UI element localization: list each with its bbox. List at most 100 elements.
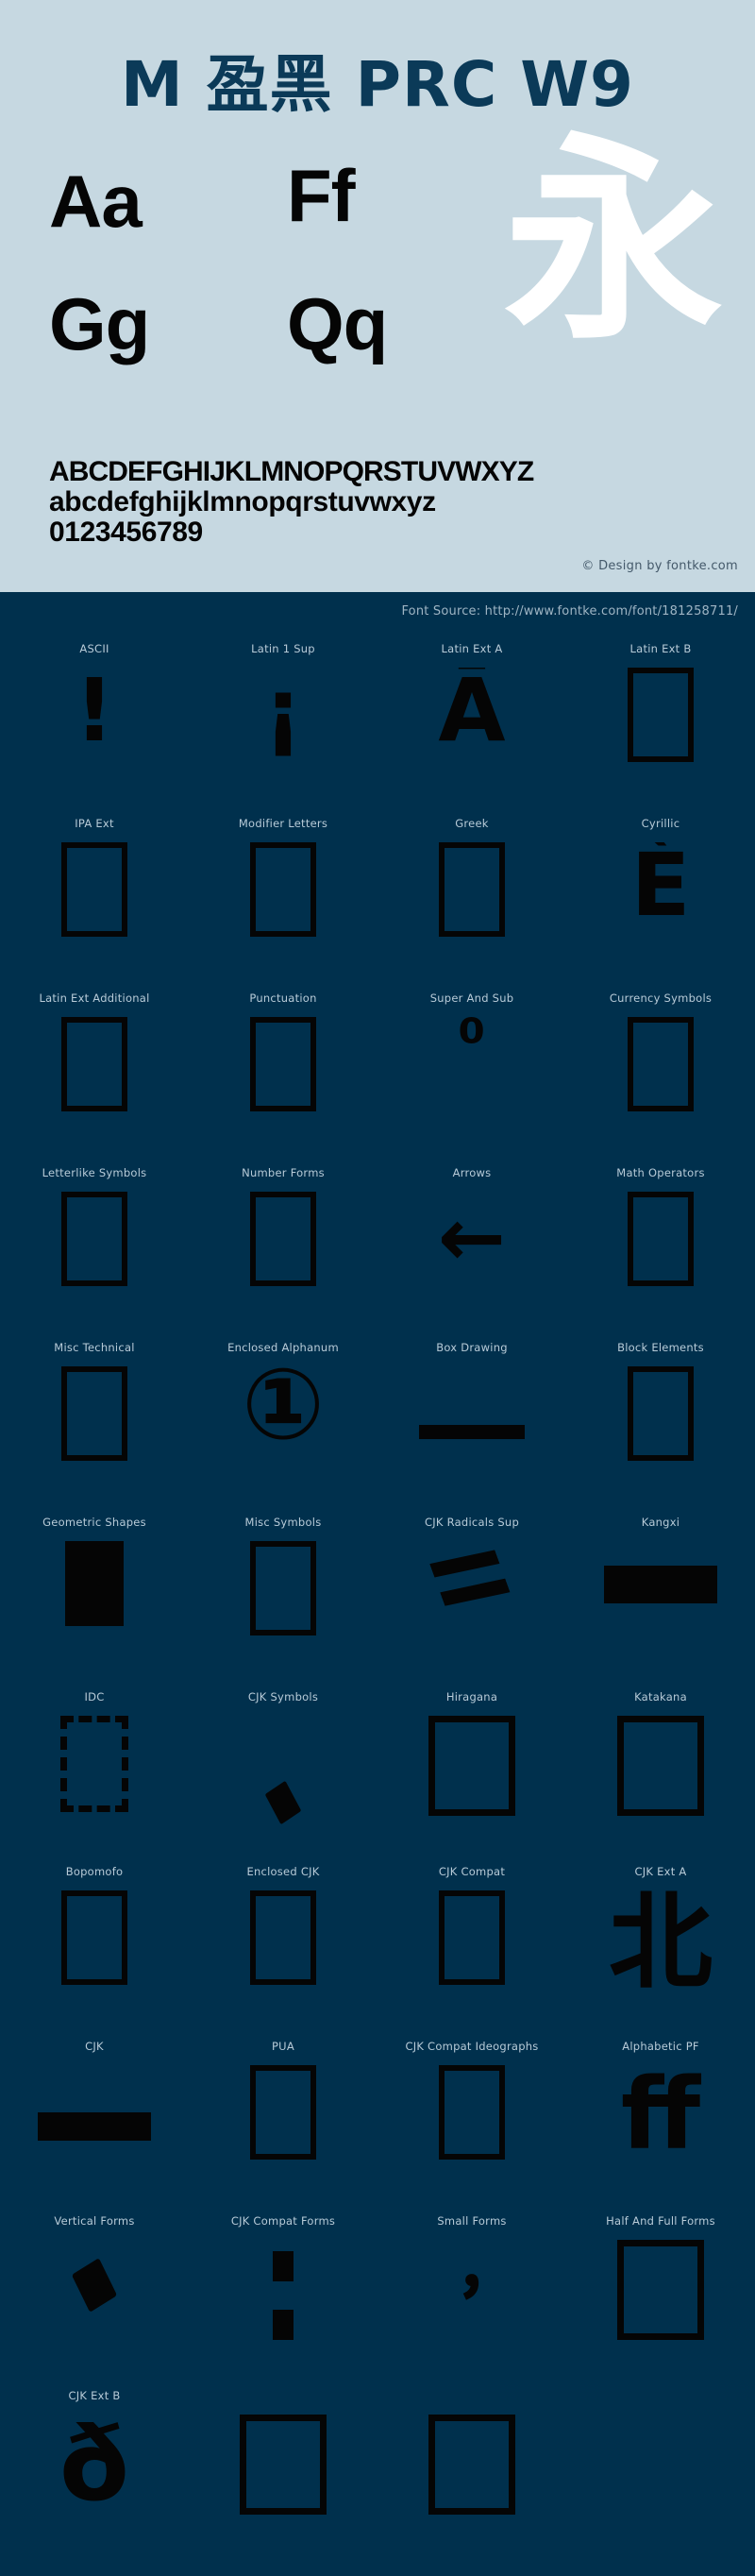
unicode-block-cell: Half And Full Forms [566, 2202, 755, 2377]
unicode-block-label: Misc Symbols [244, 1516, 322, 1529]
unicode-block-cell: Enclosed CJK [189, 1853, 378, 2027]
unicode-block-label: Enclosed Alphanum [227, 1341, 339, 1354]
glyph-character: È [630, 842, 691, 936]
glyph-character: 北 [609, 1890, 713, 2003]
unicode-block-glyph [189, 2415, 378, 2528]
font-source-link[interactable]: Font Source: http://www.fontke.com/font/… [401, 604, 738, 619]
unicode-block-cell: Cyrillic È [566, 805, 755, 979]
unicode-block-cell: CJK Ext B ð [0, 2377, 189, 2551]
glyph-character: ⁰ [458, 1017, 486, 1078]
unicode-block-label: Cyrillic [641, 817, 680, 830]
unicode-block-cell: Vertical Forms [0, 2202, 189, 2377]
unicode-block-glyph: ! [0, 668, 189, 781]
unicode-block-cell: Punctuation [189, 979, 378, 1154]
unicode-block-label: Katakana [634, 1690, 687, 1703]
unicode-block-label: Misc Technical [54, 1341, 135, 1354]
unicode-block-glyph [189, 1017, 378, 1130]
unicode-block-label: Super And Sub [429, 991, 514, 1005]
unicode-block-cell: Kangxi [566, 1503, 755, 1678]
unicode-block-label: CJK Radicals Sup [425, 1516, 519, 1529]
unicode-block-cell: ASCII! [0, 630, 189, 805]
unicode-block-label: Letterlike Symbols [42, 1166, 147, 1179]
unicode-block-glyph [189, 842, 378, 956]
unicode-block-cell: Misc Technical [0, 1329, 189, 1503]
unicode-block-glyph [378, 1366, 566, 1480]
alphabet-uppercase: ABCDEFGHIJKLMNOPQRSTUVWXYZ [49, 456, 534, 487]
unicode-block-cell: Bopomofo [0, 1853, 189, 2027]
glyph-character: ﬀ [620, 2065, 701, 2172]
unicode-block-label: Currency Symbols [609, 991, 713, 1005]
unicode-block-label: Greek [455, 817, 489, 830]
glyph-character: ! [75, 668, 114, 761]
unicode-block-cell: Math Operators [566, 1154, 755, 1329]
glyph-character: ① [241, 1366, 326, 1462]
unicode-block-glyph [378, 1716, 566, 1829]
unicode-block-label: IPA Ext [75, 817, 114, 830]
unicode-block-glyph [0, 1890, 189, 2004]
unicode-block-glyph [378, 1890, 566, 2004]
unicode-block-cell: Block Elements [566, 1329, 755, 1503]
unicode-block-grid: ASCII! Latin 1 Sup ¡ Latin Ext A Ā Latin Ext … [0, 630, 755, 2551]
alphabet-lowercase: abcdefghijklmnopqrstuvwxyz [49, 486, 436, 518]
unicode-block-glyph [378, 2415, 566, 2528]
unicode-block-glyph: ﹐ [378, 2240, 566, 2353]
unicode-block-glyph [189, 1541, 378, 1654]
unicode-block-label: Latin 1 Sup [251, 642, 315, 655]
unicode-block-label: Vertical Forms [54, 2214, 135, 2228]
unicode-block-label: Half And Full Forms [606, 2214, 715, 2228]
unicode-block-cell: Letterlike Symbols [0, 1154, 189, 1329]
unicode-block-cell: Small Forms ﹐ [378, 2202, 566, 2377]
cjk-sample-glyph: 永 [503, 114, 723, 369]
unicode-block-cell-empty [378, 2377, 566, 2551]
alphabet-specimen: ABCDEFGHIJKLMNOPQRSTUVWXYZ abcdefghijklm… [49, 456, 534, 548]
unicode-block-label: IDC [84, 1690, 105, 1703]
unicode-block-label: CJK Compat Forms [230, 2214, 336, 2228]
unicode-block-cell: Misc Symbols [189, 1503, 378, 1678]
unicode-block-glyph: ð [0, 2415, 189, 2528]
unicode-block-glyph [566, 668, 755, 781]
unicode-block-cell: Super And Sub ⁰ [378, 979, 566, 1154]
unicode-block-label: CJK Symbols [247, 1690, 319, 1703]
unicode-block-label: CJK Compat [438, 1865, 506, 1878]
unicode-block-glyph [566, 1366, 755, 1480]
glyph-character: ← [437, 1192, 507, 1285]
unicode-block-cell: CJK Compat Forms [189, 2202, 378, 2377]
specimen-ff: Ff [287, 154, 356, 237]
font-preview-header: M 盈黑 PRC W9 Aa Ff Gg Qq 永 ABCDEFGHIJKLMN… [0, 0, 755, 592]
unicode-block-cell: CJK Compat Ideographs [378, 2027, 566, 2202]
copyright-notice: © Design by fontke.com [581, 559, 738, 573]
unicode-block-glyph [0, 842, 189, 956]
unicode-block-cell: Currency Symbols [566, 979, 755, 1154]
unicode-block-cell-empty [566, 2377, 755, 2551]
glyph-character: Ā [438, 668, 506, 761]
unicode-block-cell: Latin Ext B [566, 630, 755, 805]
unicode-block-glyph [566, 1541, 755, 1654]
unicode-block-label: Punctuation [249, 991, 317, 1005]
unicode-block-cell: PUA [189, 2027, 378, 2202]
unicode-block-label: Arrows [452, 1166, 492, 1179]
unicode-block-cell-empty [189, 2377, 378, 2551]
unicode-block-cell: CJK Radicals Sup [378, 1503, 566, 1678]
unicode-block-label: Bopomofo [65, 1865, 124, 1878]
unicode-block-label: Number Forms [242, 1166, 325, 1179]
unicode-block-glyph [189, 2065, 378, 2178]
unicode-block-label: CJK Ext A [634, 1865, 687, 1878]
unicode-block-cell: CJK Ext A 北 [566, 1853, 755, 2027]
unicode-block-label: Math Operators [616, 1166, 705, 1179]
unicode-block-cell: Box Drawing [378, 1329, 566, 1503]
unicode-block-cell: IPA Ext [0, 805, 189, 979]
unicode-block-glyph [378, 1541, 566, 1654]
specimen-gg: Gg [49, 282, 150, 365]
unicode-block-cell: Hiragana [378, 1678, 566, 1853]
unicode-block-glyph [0, 1366, 189, 1480]
unicode-block-glyph [566, 1017, 755, 1130]
unicode-block-label: Latin Ext B [629, 642, 692, 655]
unicode-block-glyph: ¡ [189, 668, 378, 781]
unicode-block-label: ASCII [79, 642, 109, 655]
specimen-grid: Aa Ff Gg Qq [49, 154, 445, 423]
unicode-block-label: CJK Compat Ideographs [405, 2040, 539, 2053]
unicode-block-glyph [566, 2240, 755, 2353]
unicode-block-cell: Number Forms [189, 1154, 378, 1329]
unicode-block-label: Box Drawing [436, 1341, 508, 1354]
page-title: M 盈黑 PRC W9 [121, 48, 634, 121]
